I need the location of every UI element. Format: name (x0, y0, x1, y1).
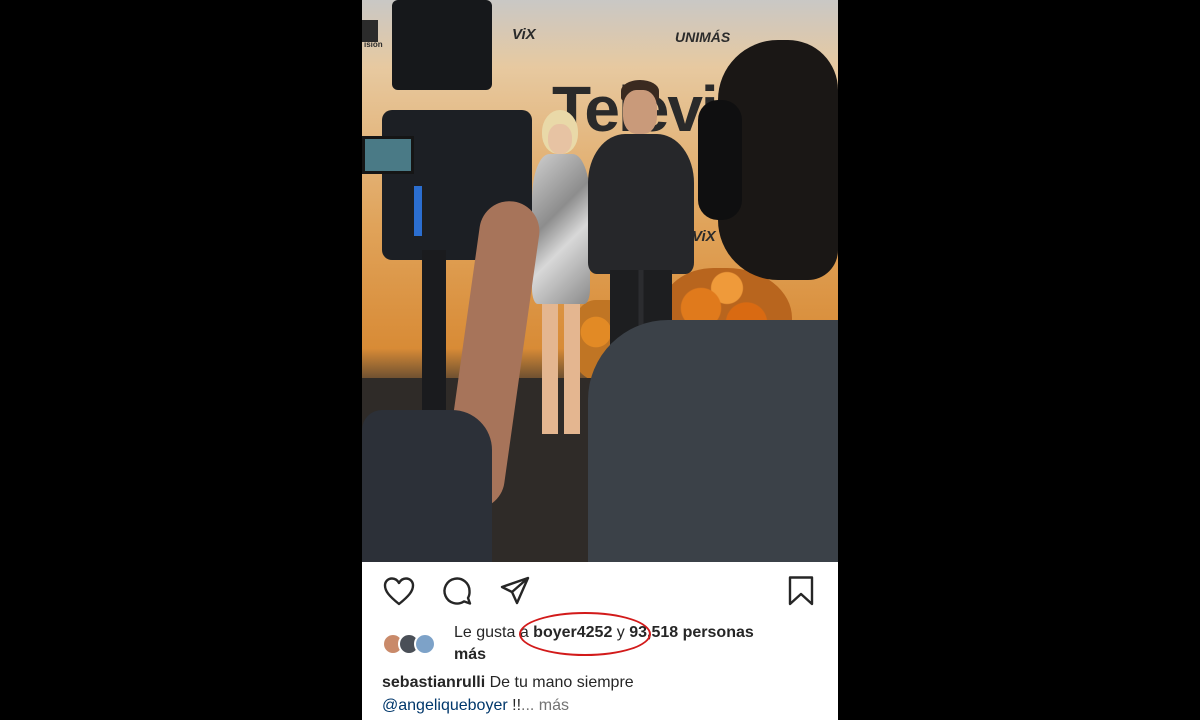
likes-prefix: Le gusta a (454, 624, 534, 641)
woman-dress (532, 154, 590, 304)
share-icon (500, 576, 530, 605)
likes-count: 93,518 personas (629, 624, 754, 641)
like-button[interactable] (382, 574, 416, 608)
camera-top-light (392, 0, 492, 90)
likes-suffix: más (454, 646, 487, 663)
operator-shirt (362, 410, 492, 562)
heart-icon (383, 577, 415, 606)
share-button[interactable] (498, 574, 532, 608)
woman-legs (542, 304, 582, 434)
comment-button[interactable] (440, 574, 474, 608)
avatar (414, 633, 436, 655)
camera-operator-left (362, 197, 544, 562)
caption-text: De tu mano siempre (485, 674, 634, 691)
caption-username[interactable]: sebastianrulli (382, 674, 485, 691)
liker-avatars[interactable] (382, 633, 446, 657)
post-actions-bar (362, 566, 838, 616)
caption-more-link[interactable]: ... más (521, 697, 569, 714)
person-woman (532, 110, 590, 440)
liker-username-link[interactable]: boyer4252 (533, 624, 612, 641)
likes-conjunction: y (612, 624, 630, 641)
woman-face (548, 124, 572, 154)
instagram-post: ision ViX UNIMÁS Televis ViX (362, 0, 838, 720)
operator-shirt-right (588, 320, 838, 562)
caption-tail: !! (507, 697, 522, 714)
likes-text: Le gusta a boyer4252 y 93,518 personas má… (454, 622, 834, 666)
save-button[interactable] (784, 574, 818, 608)
caption-mention-link[interactable]: @angeliqueboyer (382, 697, 508, 714)
headphones (698, 100, 742, 220)
vix-logo: ViX (512, 26, 536, 43)
camera-monitor (362, 136, 414, 174)
comment-icon (443, 577, 472, 605)
bookmark-icon (788, 576, 814, 606)
post-photo[interactable]: ision ViX UNIMÁS Televis ViX (362, 0, 838, 562)
backdrop-edge-text: ision (364, 40, 383, 49)
post-caption: sebastianrulli De tu mano siempre @angel… (382, 671, 822, 717)
backdrop-top-left-logo (362, 20, 378, 42)
camera-operator-right (588, 20, 838, 562)
